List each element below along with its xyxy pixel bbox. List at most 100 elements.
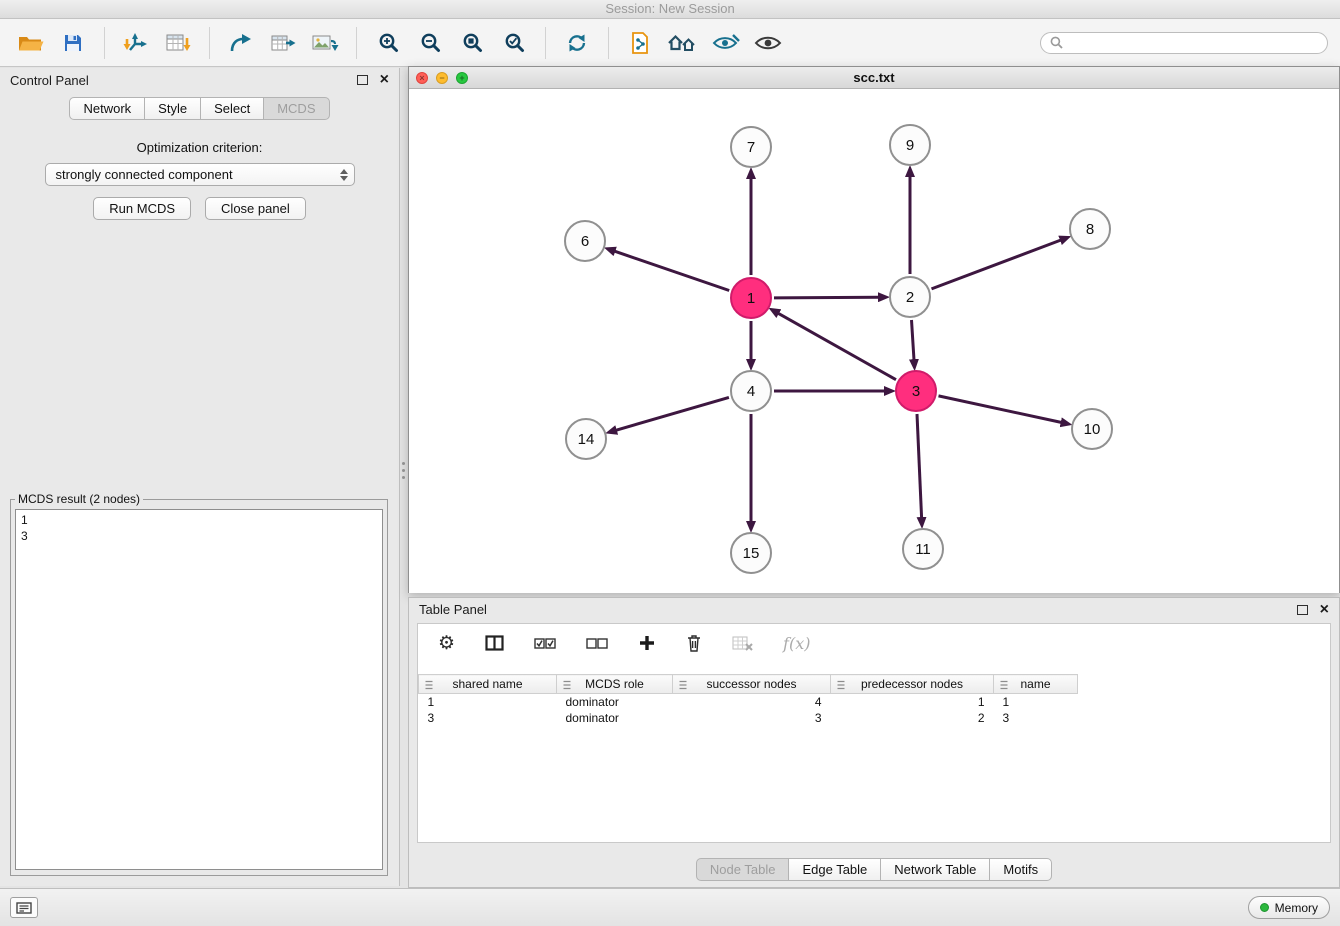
refresh-icon [566, 32, 588, 54]
column-attr-icon [836, 679, 846, 693]
toolbar-separator [104, 27, 105, 59]
cell-name[interactable]: 3 [994, 710, 1078, 726]
close-panel-icon[interactable]: × [380, 74, 389, 86]
tab-mcds[interactable]: MCDS [263, 97, 329, 120]
graph-edge-3-1[interactable] [778, 313, 896, 380]
table-panel-tabs: Node Table Edge Table Network Table Moti… [409, 858, 1339, 881]
control-panel: Control Panel × Network Style Select MCD… [0, 68, 400, 886]
run-mcds-button[interactable]: Run MCDS [93, 197, 191, 220]
select-all-button[interactable] [530, 624, 560, 662]
graph-node-label-11: 11 [915, 541, 931, 558]
search-box[interactable] [1040, 32, 1328, 54]
save-icon [63, 33, 83, 53]
close-panel-button[interactable]: Close panel [205, 197, 306, 220]
cell-shared-name[interactable]: 1 [419, 694, 557, 711]
export-image-button[interactable] [306, 24, 344, 62]
import-table-icon [165, 32, 191, 54]
column-header-name[interactable]: name [994, 675, 1078, 694]
cell-shared-name[interactable]: 3 [419, 710, 557, 726]
cell-predecessor-nodes[interactable]: 2 [831, 710, 994, 726]
deselect-all-button[interactable] [582, 624, 612, 662]
tab-network[interactable]: Network [69, 97, 145, 120]
tab-edge-table[interactable]: Edge Table [788, 858, 881, 881]
eye-button[interactable] [749, 24, 787, 62]
table-row[interactable]: 1 dominator 4 1 1 [419, 694, 1331, 711]
window-title: Session: New Session [605, 1, 734, 16]
show-columns-button[interactable] [481, 624, 508, 662]
close-panel-icon[interactable]: × [1320, 604, 1329, 616]
float-panel-icon[interactable] [1297, 605, 1308, 615]
export-image-icon [311, 32, 339, 54]
zoom-selected-icon [504, 32, 525, 53]
graph-node-label-4: 4 [747, 383, 755, 400]
graph-edge-4-14[interactable] [616, 397, 729, 430]
table-panel-header: Table Panel × [409, 598, 1339, 621]
network-view-window: × − + scc.txt 7968124314101511 [408, 66, 1340, 593]
deselect-all-icon [586, 637, 608, 650]
import-network-icon [123, 32, 149, 54]
import-network-button[interactable] [117, 24, 155, 62]
column-header-mcds-role[interactable]: MCDS role [557, 675, 673, 694]
zoom-fit-button[interactable] [453, 24, 491, 62]
graph-edge-3-10[interactable] [939, 396, 1062, 423]
list-icon [16, 902, 32, 914]
mcds-result-line: 3 [21, 528, 377, 544]
zoom-in-button[interactable] [369, 24, 407, 62]
tab-node-table[interactable]: Node Table [696, 858, 790, 881]
houses-button[interactable] [663, 24, 703, 62]
gear-icon: ⚙ [438, 634, 455, 653]
eye-icon [754, 34, 782, 52]
graph-node-label-2: 2 [906, 289, 914, 306]
column-header-successor-nodes[interactable]: successor nodes [673, 675, 831, 694]
column-header-shared-name[interactable]: shared name [419, 675, 557, 694]
float-panel-icon[interactable] [357, 75, 368, 85]
graph-edge-1-2[interactable] [774, 297, 879, 298]
mcds-result-list[interactable]: 1 3 [15, 509, 383, 870]
refresh-button[interactable] [558, 24, 596, 62]
optimization-criterion-select[interactable]: strongly connected component [45, 163, 355, 186]
zoom-selected-button[interactable] [495, 24, 533, 62]
graph-edge-2-3[interactable] [912, 320, 915, 360]
column-attr-icon [424, 679, 434, 693]
cell-predecessor-nodes[interactable]: 1 [831, 694, 994, 711]
function-builder-button[interactable]: f(x) [779, 624, 814, 662]
export-table-button[interactable] [264, 24, 302, 62]
tab-motifs[interactable]: Motifs [989, 858, 1052, 881]
open-file-button[interactable] [12, 24, 50, 62]
import-table-button[interactable] [159, 24, 197, 62]
export-table-icon [270, 32, 296, 54]
node-table: shared name MCDS role successor nodes pr… [418, 674, 1330, 726]
tab-select[interactable]: Select [200, 97, 264, 120]
graph-edge-3-11[interactable] [917, 414, 922, 518]
control-panel-tabs: Network Style Select MCDS [0, 97, 399, 120]
document-network-button[interactable] [621, 24, 659, 62]
network-graph[interactable]: 7968124314101511 [409, 89, 1339, 593]
eye-pen-button[interactable] [707, 24, 745, 62]
add-column-button[interactable] [634, 624, 660, 662]
delete-table-button[interactable] [728, 624, 757, 662]
column-header-predecessor-nodes[interactable]: predecessor nodes [831, 675, 994, 694]
cell-successor-nodes[interactable]: 3 [673, 710, 831, 726]
zoom-out-button[interactable] [411, 24, 449, 62]
tab-network-table[interactable]: Network Table [880, 858, 990, 881]
delete-column-button[interactable] [682, 624, 706, 662]
memory-button[interactable]: Memory [1248, 896, 1330, 919]
graph-edge-2-8[interactable] [932, 240, 1062, 289]
table-settings-button[interactable]: ⚙ [434, 624, 459, 662]
cell-name[interactable]: 1 [994, 694, 1078, 711]
export-network-button[interactable] [222, 24, 260, 62]
cell-successor-nodes[interactable]: 4 [673, 694, 831, 711]
task-history-button[interactable] [10, 897, 38, 918]
graph-edge-1-6[interactable] [614, 251, 729, 290]
column-attr-icon [999, 679, 1009, 693]
graph-node-label-6: 6 [581, 233, 589, 250]
vertical-splitter-handle[interactable] [402, 462, 406, 484]
graph-node-label-7: 7 [747, 139, 755, 156]
search-input[interactable] [1069, 35, 1318, 51]
tab-style[interactable]: Style [144, 97, 201, 120]
cell-mcds-role[interactable]: dominator [557, 694, 673, 711]
toolbar-separator [209, 27, 210, 59]
table-row[interactable]: 3 dominator 3 2 3 [419, 710, 1331, 726]
cell-mcds-role[interactable]: dominator [557, 710, 673, 726]
save-session-button[interactable] [54, 24, 92, 62]
